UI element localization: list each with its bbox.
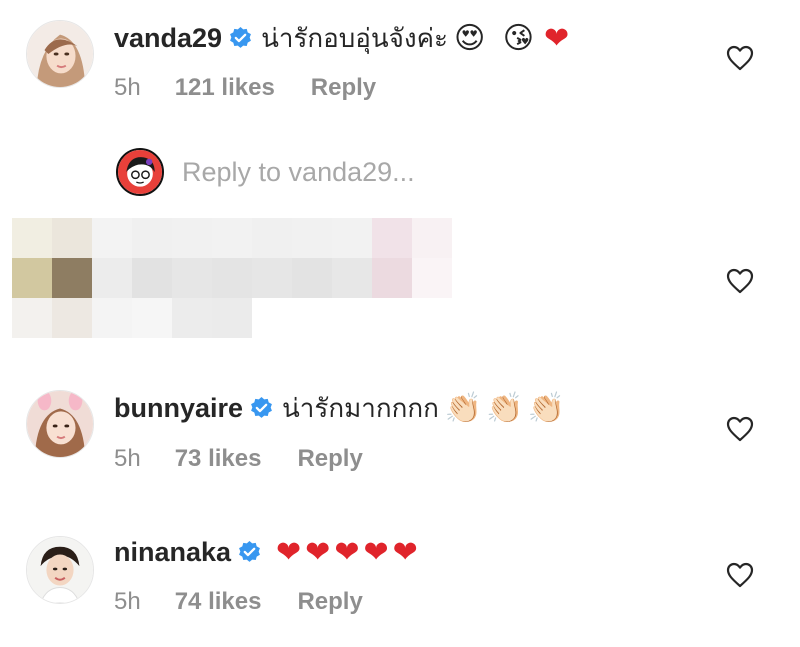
avatar-ninanaka[interactable]	[26, 536, 94, 604]
username[interactable]: vanda29	[114, 23, 222, 54]
verified-badge-icon	[249, 396, 274, 421]
heart-outline-icon[interactable]	[726, 45, 754, 71]
reply-button[interactable]: Reply	[297, 445, 362, 473]
reply-box	[116, 148, 604, 196]
likes-count[interactable]: 73 likes	[175, 445, 262, 473]
reply-button[interactable]: Reply	[297, 588, 362, 616]
comment-meta: 5h 121 likes Reply	[114, 74, 376, 102]
timestamp: 5h	[114, 74, 141, 101]
reply-input[interactable]	[180, 155, 604, 189]
likes-count[interactable]: 74 likes	[175, 588, 262, 616]
comment-text: น่ารักมากกกก	[282, 393, 439, 424]
heart-outline-icon[interactable]	[726, 268, 754, 294]
verified-badge-icon	[228, 26, 253, 51]
comment-emojis: 👏🏻👏🏻👏🏻	[444, 390, 569, 426]
avatar-vanda29[interactable]	[26, 20, 94, 88]
current-user-avatar	[116, 148, 164, 196]
heart-emoji: ❤	[544, 20, 574, 56]
comment-meta: 5h 73 likes Reply	[114, 445, 363, 473]
heart-outline-icon[interactable]	[726, 562, 754, 588]
heart-outline-icon[interactable]	[726, 416, 754, 442]
username[interactable]: ninanaka	[114, 537, 231, 568]
comment-line: vanda29 น่ารักอบอุ่นจังค่ะ 😍 😘 ❤	[114, 20, 573, 56]
username[interactable]: bunnyaire	[114, 393, 243, 424]
comment-meta: 5h 74 likes Reply	[114, 588, 363, 616]
timestamp: 5h	[114, 445, 141, 472]
likes-count[interactable]: 121 likes	[175, 74, 275, 102]
timestamp: 5h	[114, 588, 141, 615]
comment-text: น่ารักอบอุ่นจังค่ะ	[261, 23, 448, 54]
verified-badge-icon	[237, 540, 262, 565]
comment-line: bunnyaire น่ารักมากกกก 👏🏻👏🏻👏🏻	[114, 390, 569, 426]
heart-emojis: ❤❤❤❤❤	[276, 534, 422, 570]
reply-button[interactable]: Reply	[311, 74, 376, 102]
comment-emojis: 😍 😘	[453, 20, 539, 56]
pixelated-comment	[12, 218, 452, 338]
avatar-bunnyaire[interactable]	[26, 390, 94, 458]
comment-line: ninanaka ❤❤❤❤❤	[114, 534, 422, 570]
